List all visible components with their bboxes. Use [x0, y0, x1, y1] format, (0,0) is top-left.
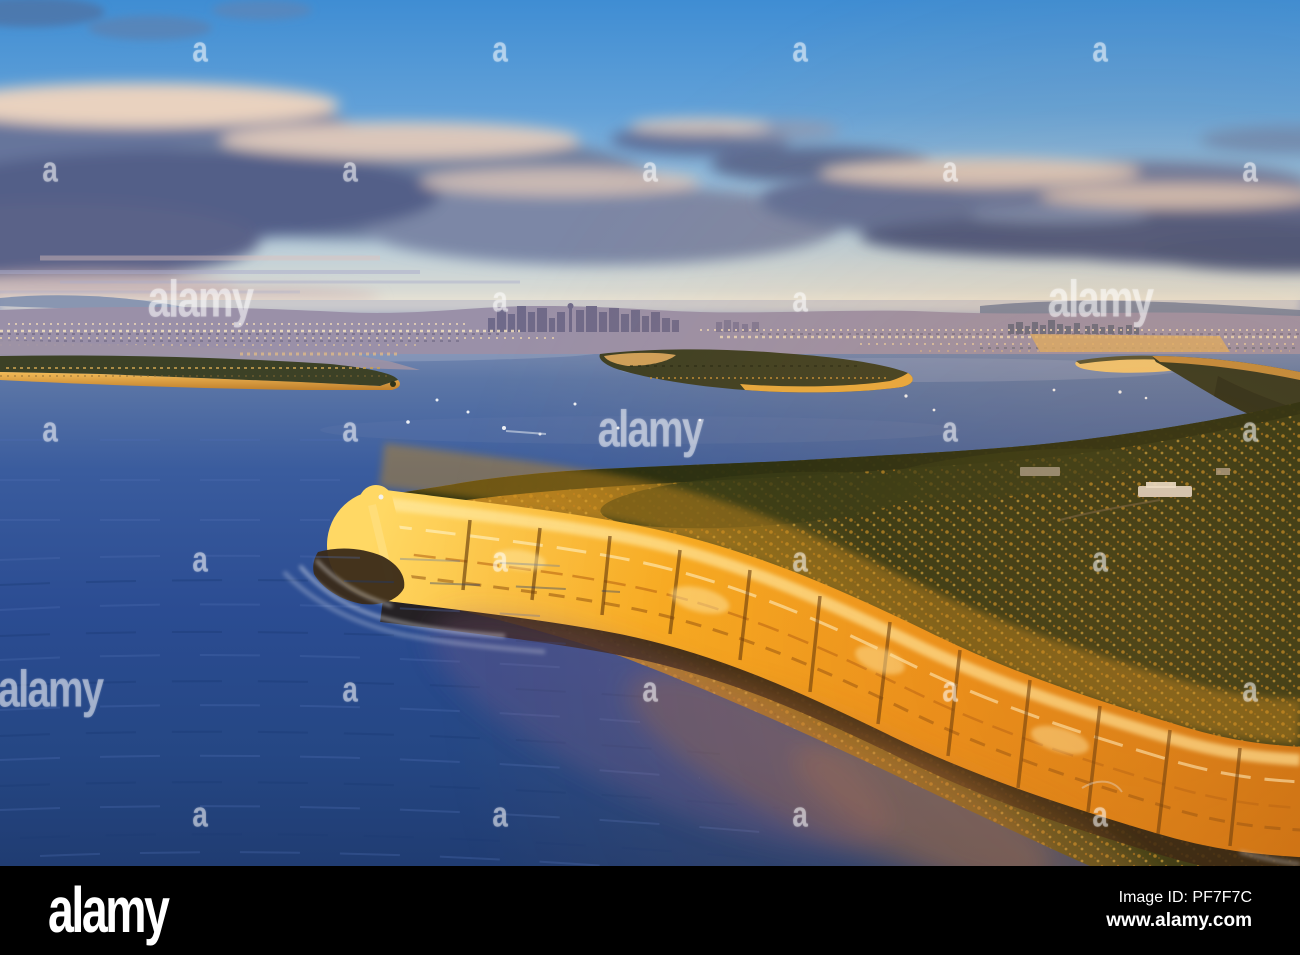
photo-artwork — [0, 0, 1300, 866]
photo-region: a a a a a a a a a alamy a a alamy a a alamy a a a a a a alamy a… — [0, 0, 1300, 866]
footer-bar: alamy Image ID: PF7F7C www.alamy.com — [0, 866, 1300, 955]
stock-photo-page: a a a a a a a a a alamy a a alamy a a alamy a a a a a a alamy a… — [0, 0, 1300, 955]
image-id-text: Image ID: PF7F7C — [1118, 888, 1252, 906]
alamy-logo: alamy — [48, 874, 170, 946]
image-credit-block: Image ID: PF7F7C www.alamy.com — [1106, 888, 1252, 933]
warm-glow-overlay — [0, 0, 1300, 866]
website-text: www.alamy.com — [1106, 909, 1252, 931]
